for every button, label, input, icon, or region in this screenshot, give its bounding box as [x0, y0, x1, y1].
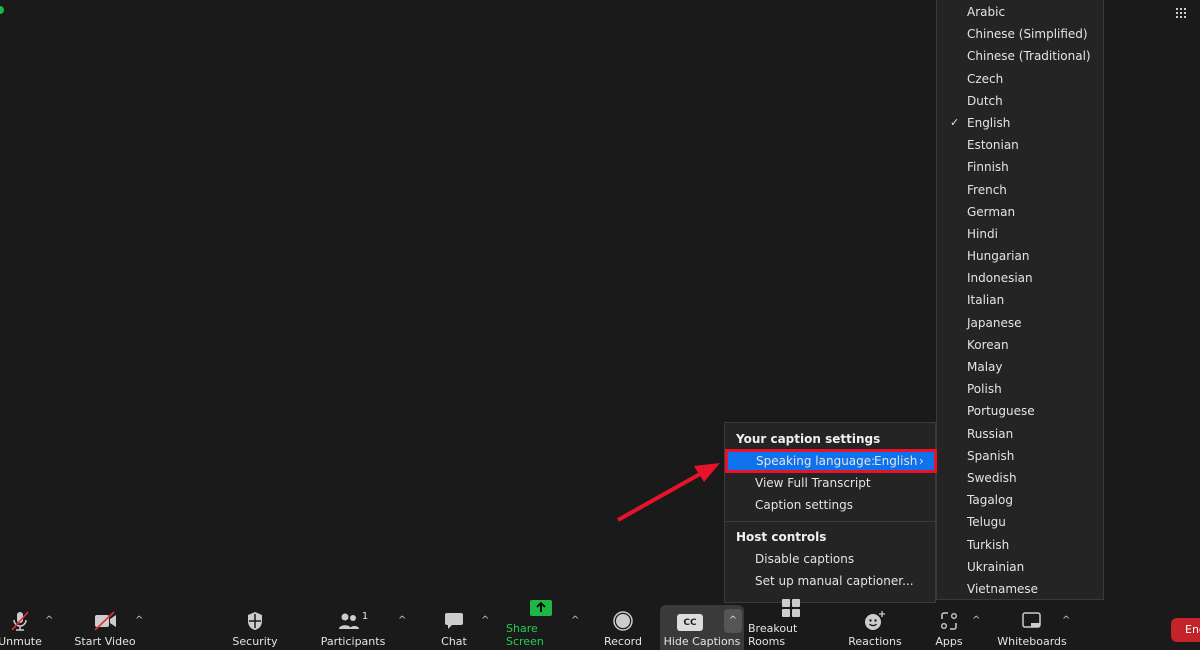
reactions-label: Reactions: [848, 635, 902, 648]
security-button[interactable]: Security: [230, 605, 280, 650]
whiteboards-label: Whiteboards: [997, 635, 1067, 648]
audio-options-caret-icon[interactable]: ^: [45, 615, 53, 626]
apps-button[interactable]: Apps: [930, 605, 968, 650]
unmute-label: Unmute: [0, 635, 42, 648]
record-button[interactable]: Record: [603, 605, 643, 650]
captions-caret-icon[interactable]: ^: [724, 609, 742, 633]
share-screen-label: Share Screen: [506, 622, 544, 648]
participants-label: Participants: [320, 635, 386, 648]
start-video-label: Start Video: [74, 635, 136, 648]
chat-bubble-icon: [443, 611, 465, 631]
share-screen-caret-icon[interactable]: ^: [571, 615, 579, 626]
participants-caret-icon[interactable]: ^: [398, 615, 406, 626]
unmute-button[interactable]: Unmute: [0, 605, 42, 650]
cc-icon: CC: [677, 614, 703, 631]
share-screen-icon: [530, 600, 552, 618]
breakout-rooms-label: Breakout Rooms: [748, 622, 798, 648]
video-off-icon: [94, 611, 116, 631]
participants-count: 1: [361, 611, 369, 622]
start-video-button[interactable]: Start Video: [74, 605, 136, 650]
participants-button[interactable]: 1 Participants: [320, 605, 386, 650]
record-label: Record: [603, 635, 642, 648]
security-label: Security: [232, 635, 278, 648]
participants-icon: 1: [335, 611, 371, 631]
chat-label: Chat: [441, 635, 467, 648]
meeting-toolbar: Unmute ^ Start Video ^ Security 1 Partic…: [0, 599, 1200, 650]
shield-icon: [244, 611, 266, 631]
whiteboards-button[interactable]: Whiteboards: [997, 605, 1067, 650]
chat-caret-icon[interactable]: ^: [481, 615, 489, 626]
end-meeting-button[interactable]: End: [1171, 618, 1200, 642]
reactions-button[interactable]: Reactions: [848, 605, 902, 650]
whiteboards-caret-icon[interactable]: ^: [1062, 615, 1070, 626]
record-icon: [612, 611, 634, 631]
red-arrow-annotation: [617, 463, 720, 522]
apps-label: Apps: [935, 635, 963, 648]
reactions-icon: [864, 611, 886, 631]
apps-caret-icon[interactable]: ^: [972, 615, 980, 626]
breakout-rooms-icon: [780, 598, 802, 618]
microphone-muted-icon: [9, 611, 31, 631]
apps-icon: [938, 611, 960, 631]
breakout-rooms-button[interactable]: Breakout Rooms: [748, 599, 834, 650]
whiteboard-icon: [1021, 611, 1043, 631]
video-options-caret-icon[interactable]: ^: [135, 615, 143, 626]
hide-captions-label: Hide Captions: [663, 635, 741, 648]
share-screen-button[interactable]: Share Screen: [506, 600, 576, 650]
chat-button[interactable]: Chat: [436, 605, 472, 650]
